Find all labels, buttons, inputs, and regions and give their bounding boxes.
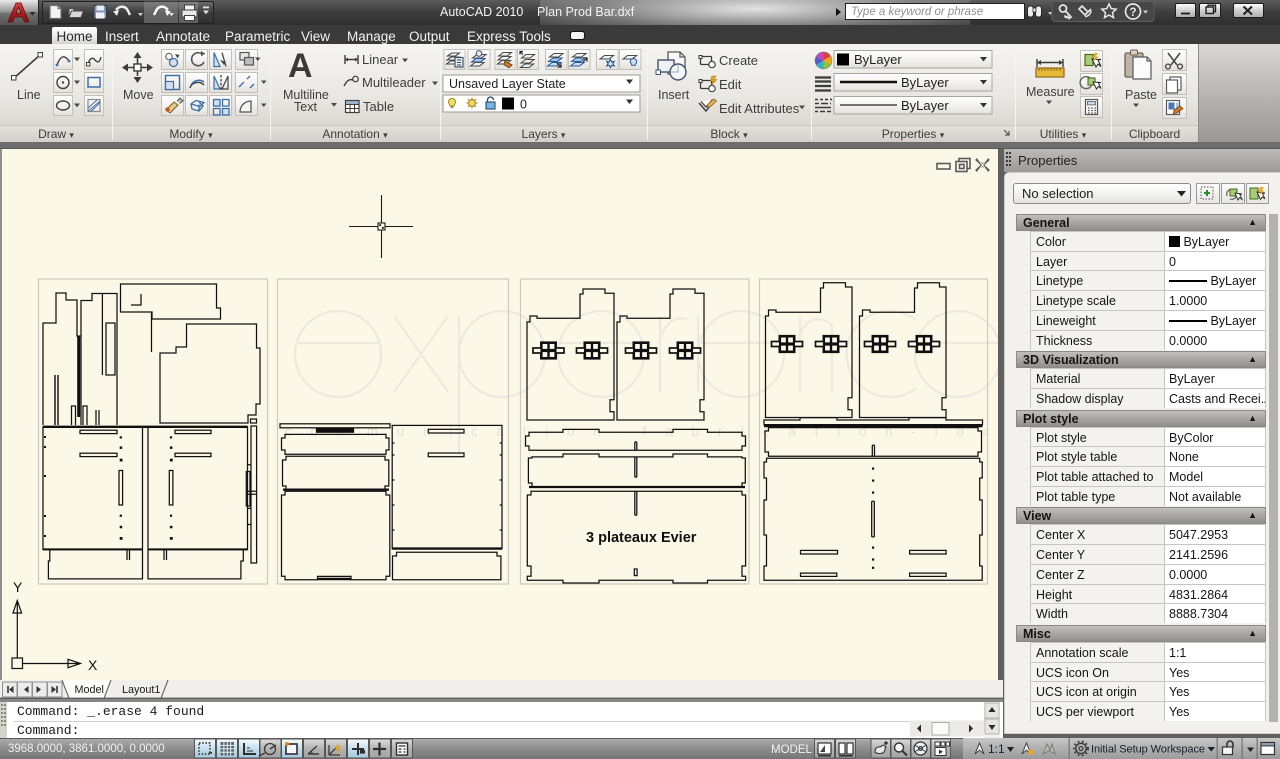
svg-text:Line: Line xyxy=(17,88,41,102)
svg-text:3 plateaux Evier: 3 plateaux Evier xyxy=(586,530,697,546)
svg-text:A: A xyxy=(288,47,313,85)
svg-text:Unsaved Layer State: Unsaved Layer State xyxy=(449,77,566,91)
svg-text:MODEL: MODEL xyxy=(771,744,813,756)
svg-text:Insert: Insert xyxy=(658,88,690,102)
svg-text:Y: Y xyxy=(13,579,23,595)
svg-text:Initial Setup Workspace: Initial Setup Workspace xyxy=(1091,744,1205,756)
svg-text:Text: Text xyxy=(294,100,317,114)
svg-text:0: 0 xyxy=(520,98,527,112)
svg-text:ByLayer: ByLayer xyxy=(901,98,949,113)
svg-text:Create: Create xyxy=(719,53,758,68)
svg-text:ByLayer: ByLayer xyxy=(901,75,949,90)
svg-text:Measure: Measure xyxy=(1026,85,1075,99)
svg-text:Multileader: Multileader xyxy=(362,75,426,90)
svg-text:?: ? xyxy=(1130,7,1137,19)
svg-text:Edit: Edit xyxy=(719,77,742,92)
svg-text:Table: Table xyxy=(363,99,394,114)
svg-text:ByLayer: ByLayer xyxy=(854,52,902,67)
svg-text:Move: Move xyxy=(123,88,154,102)
svg-text:Linear: Linear xyxy=(362,52,399,67)
svg-text:Edit Attributes: Edit Attributes xyxy=(719,101,800,116)
svg-text:Model: Model xyxy=(75,684,104,696)
svg-text:Paste: Paste xyxy=(1125,88,1157,102)
svg-text:X: X xyxy=(88,657,98,673)
svg-text:Layout1: Layout1 xyxy=(122,684,160,696)
svg-text:1:1: 1:1 xyxy=(988,742,1005,756)
